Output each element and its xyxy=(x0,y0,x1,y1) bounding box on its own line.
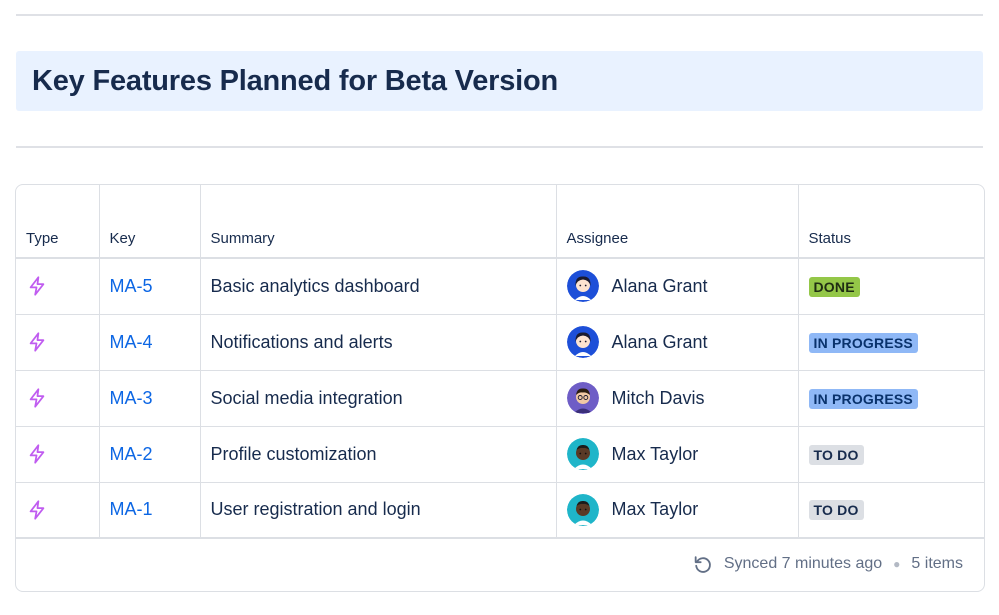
refresh-icon[interactable] xyxy=(692,553,714,575)
assignee-cell: Alana Grant xyxy=(556,314,799,371)
top-divider xyxy=(16,14,983,16)
lightning-bolt-icon xyxy=(26,443,48,464)
mid-divider xyxy=(16,146,983,148)
status-cell: IN PROGRESS xyxy=(798,370,984,427)
avatar xyxy=(566,382,599,414)
issues-table-container: Type Key Summary Assignee Status MA-5 Ba… xyxy=(15,184,985,592)
type-cell xyxy=(16,426,100,483)
summary-cell: Basic analytics dashboard xyxy=(200,258,557,315)
type-cell xyxy=(16,258,100,315)
key-cell: MA-2 xyxy=(99,426,201,483)
type-cell xyxy=(16,370,100,427)
assignee-name: Max Taylor xyxy=(611,443,699,464)
key-cell: MA-3 xyxy=(99,370,201,427)
status-cell: DONE xyxy=(798,258,984,315)
issues-table: Type Key Summary Assignee Status MA-5 Ba… xyxy=(16,185,984,539)
column-header-type[interactable]: Type xyxy=(16,185,100,259)
table-row[interactable]: MA-3 Social media integration Mitch Davi… xyxy=(16,370,984,427)
column-header-status[interactable]: Status xyxy=(798,185,984,259)
status-badge: IN PROGRESS xyxy=(808,388,918,409)
table-header-row: Type Key Summary Assignee Status xyxy=(16,185,984,259)
table-row[interactable]: MA-5 Basic analytics dashboard Alana Gra… xyxy=(16,258,984,315)
status-cell: TO DO xyxy=(798,482,984,539)
summary-cell: Profile customization xyxy=(200,426,557,483)
status-cell: TO DO xyxy=(798,426,984,483)
avatar xyxy=(566,438,599,470)
assignee-name: Max Taylor xyxy=(611,499,699,520)
issue-summary: Notifications and alerts xyxy=(210,331,393,352)
issue-key-link[interactable]: MA-3 xyxy=(110,388,153,408)
column-header-key[interactable]: Key xyxy=(99,185,201,259)
sync-status: Synced 7 minutes ago xyxy=(723,555,883,572)
lightning-bolt-icon xyxy=(26,275,48,296)
issue-key-link[interactable]: MA-5 xyxy=(110,276,153,296)
column-header-assignee[interactable]: Assignee xyxy=(556,185,799,259)
table-footer: Synced 7 minutes ago ● 5 items xyxy=(692,553,963,575)
page-title: Key Features Planned for Beta Version xyxy=(32,64,559,97)
assignee-name: Alana Grant xyxy=(611,275,708,296)
assignee-cell: Max Taylor xyxy=(556,426,799,483)
key-cell: MA-5 xyxy=(99,258,201,315)
issue-key-link[interactable]: MA-2 xyxy=(110,444,153,464)
avatar xyxy=(566,326,599,358)
column-header-summary[interactable]: Summary xyxy=(200,185,557,259)
key-cell: MA-1 xyxy=(99,482,201,539)
lightning-bolt-icon xyxy=(26,387,48,408)
avatar xyxy=(566,493,599,526)
issue-summary: Social media integration xyxy=(210,387,403,408)
issue-summary: Basic analytics dashboard xyxy=(210,275,420,296)
table-row[interactable]: MA-4 Notifications and alerts Alana Gran… xyxy=(16,314,984,371)
avatar xyxy=(566,270,599,303)
issue-key-link[interactable]: MA-1 xyxy=(110,499,153,519)
status-badge: TO DO xyxy=(808,500,864,521)
separator-dot: ● xyxy=(893,557,901,571)
assignee-name: Alana Grant xyxy=(611,331,708,352)
type-cell xyxy=(16,314,100,371)
lightning-bolt-icon xyxy=(26,499,48,520)
type-cell xyxy=(16,482,100,539)
assignee-cell: Mitch Davis xyxy=(556,370,799,427)
status-badge: DONE xyxy=(808,276,860,297)
table-row[interactable]: MA-2 Profile customization Max Taylor TO… xyxy=(16,426,984,483)
key-cell: MA-4 xyxy=(99,314,201,371)
heading-panel: Key Features Planned for Beta Version xyxy=(16,51,983,111)
assignee-cell: Alana Grant xyxy=(556,258,799,315)
lightning-bolt-icon xyxy=(26,331,48,352)
assignee-name: Mitch Davis xyxy=(611,387,705,408)
status-badge: IN PROGRESS xyxy=(808,332,918,353)
summary-cell: Notifications and alerts xyxy=(200,314,557,371)
summary-cell: User registration and login xyxy=(200,482,557,539)
assignee-cell: Max Taylor xyxy=(556,482,799,539)
table-row[interactable]: MA-1 User registration and login Max Tay… xyxy=(16,482,984,539)
item-count: 5 items xyxy=(911,555,963,572)
status-cell: IN PROGRESS xyxy=(798,314,984,371)
summary-cell: Social media integration xyxy=(200,370,557,427)
issue-summary: Profile customization xyxy=(210,443,377,464)
issue-key-link[interactable]: MA-4 xyxy=(110,332,153,352)
issue-summary: User registration and login xyxy=(210,499,421,520)
status-badge: TO DO xyxy=(808,444,864,465)
